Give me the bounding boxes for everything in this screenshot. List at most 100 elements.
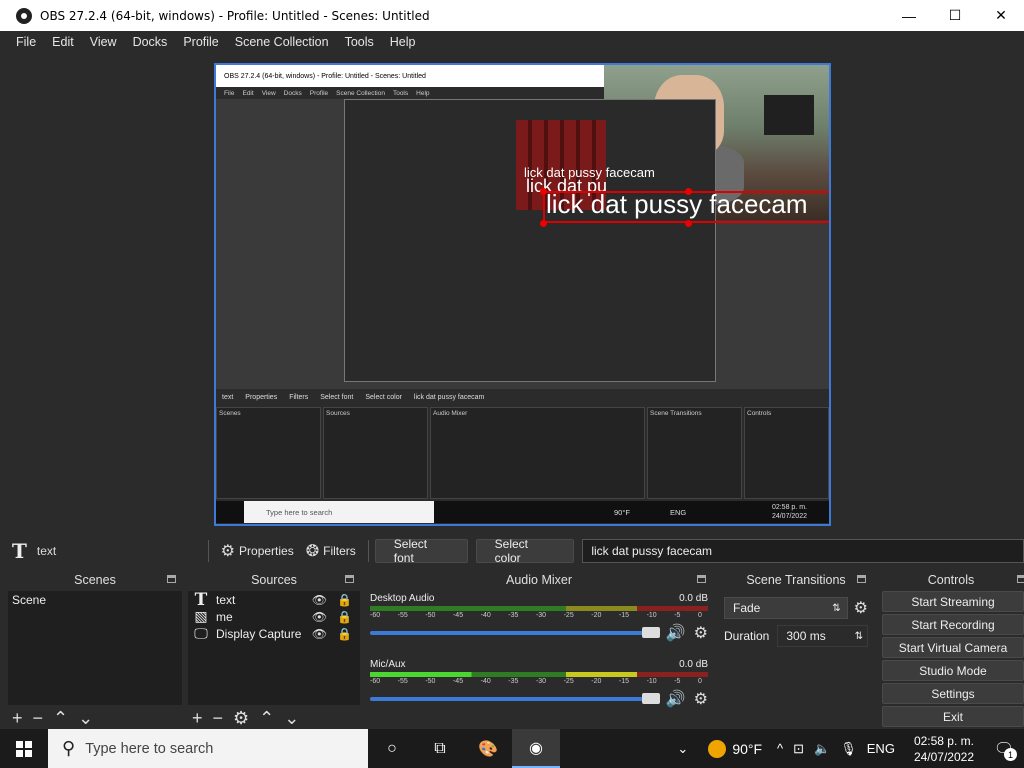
program-preview[interactable]: OBS 27.2.4 (64-bit, windows) - Profile: … [214,63,831,526]
start-recording-button[interactable]: Start Recording [882,614,1024,635]
sources-title: Sources [251,573,297,587]
sources-list[interactable]: T text 👁 🔒 ▧ me 👁 🔒 🖵 Display Capture 👁 … [188,590,360,705]
slider-knob[interactable] [641,693,660,704]
mixer-body: Desktop Audio 0.0 dB -60 -55 -50 -45 -40 -35-… [366,591,712,729]
eye-icon[interactable]: 👁 [312,610,327,624]
add-icon[interactable]: + [192,708,203,729]
chevron-down-icon[interactable]: ⌄ [677,741,688,757]
nested-controls-panel: Controls [744,407,829,499]
microphone-icon[interactable]: 🎙 [840,741,857,757]
notification-button[interactable]: 🗨 1 [984,729,1024,768]
menu-scene-collection[interactable]: Scene Collection [227,35,337,49]
undock-icon[interactable] [1017,575,1024,583]
menu-docks[interactable]: Docks [125,35,176,49]
undock-icon[interactable] [345,575,354,583]
add-icon[interactable]: + [12,708,23,729]
source-item[interactable]: 🖵 Display Capture 👁 🔒 [188,625,360,642]
select-font-button[interactable]: Select font [374,537,468,565]
menu-view[interactable]: View [82,35,125,49]
scale-tick: -30 [535,678,547,685]
maximize-button[interactable]: ☐ [932,0,978,31]
select-color-button[interactable]: Select color [475,537,575,565]
source-item[interactable]: ▧ me 👁 🔒 [188,608,360,625]
slider-knob[interactable] [641,627,660,638]
resize-handle[interactable] [540,220,547,227]
studio-mode-button[interactable]: Studio Mode [882,660,1024,681]
nested-transitions-panel: Scene Transitions [647,407,742,499]
start-virtual-camera-button[interactable]: Start Virtual Camera [882,637,1024,658]
nested-select-color: Select color [365,393,402,401]
eye-icon[interactable]: 👁 [312,627,327,641]
scale-tick: 0 [697,678,702,685]
nested-search-box: Type here to search [244,501,434,523]
remove-icon[interactable]: − [213,708,224,729]
undock-icon[interactable] [857,575,866,583]
lock-icon[interactable]: 🔒 [337,627,352,641]
resize-handle[interactable] [830,220,831,227]
duration-input[interactable]: 300 ms ⇅ [777,625,868,647]
network-icon[interactable]: ⊡ [793,741,804,757]
temperature[interactable]: 90°F [732,741,762,757]
spin-icon[interactable]: ⇅ [855,631,863,642]
menu-file[interactable]: File [8,35,44,49]
scale-tick: -15 [618,612,630,619]
close-button[interactable]: ✕ [978,0,1024,31]
resize-handle[interactable] [830,188,831,195]
taskbar-app-obs[interactable]: ◉ [512,729,560,768]
duration-label: Duration [724,629,770,643]
taskbar-search[interactable]: ⚲ Type here to search [48,729,368,768]
speaker-icon[interactable]: 🔊 [666,623,686,643]
lock-icon[interactable]: 🔒 [337,593,352,607]
nested-menu-item: Profile [309,89,329,97]
gear-icon[interactable]: ⚙ [694,623,708,643]
preview-area: OBS 27.2.4 (64-bit, windows) - Profile: … [0,53,1024,535]
volume-icon[interactable]: 🔈 [814,741,830,757]
system-tray: ⌄ 90°F ^ ⊡ 🔈 🎙 ENG 02:58 p. m. 24/07/202… [672,729,1024,768]
menu-bar: File Edit View Docks Profile Scene Colle… [0,31,1024,53]
start-streaming-button[interactable]: Start Streaming [882,591,1024,612]
title-bar: OBS 27.2.4 (64-bit, windows) - Profile: … [0,0,1024,31]
text-input[interactable]: lick dat pussy facecam [582,539,1024,563]
menu-profile[interactable]: Profile [175,35,226,49]
lock-icon[interactable]: 🔒 [337,610,352,624]
cortana-button[interactable]: ○ [368,729,416,768]
move-down-icon[interactable]: ⌄ [284,708,299,729]
menu-edit[interactable]: Edit [44,35,82,49]
move-up-icon[interactable]: ⌃ [53,708,68,729]
scale-tick: -5 [674,678,681,685]
scene-item[interactable]: Scene [8,591,182,608]
task-view-button[interactable]: ⧉ [416,729,464,768]
clock[interactable]: 02:58 p. m. 24/07/2022 [914,733,974,765]
start-button[interactable] [0,729,48,768]
nested-properties: Properties [245,393,278,401]
gear-icon[interactable]: ⚙ [694,689,708,709]
volume-slider[interactable] [370,627,660,638]
menu-tools[interactable]: Tools [337,35,382,49]
move-down-icon[interactable]: ⌄ [78,708,93,729]
move-up-icon[interactable]: ⌃ [259,708,274,729]
eye-icon[interactable]: 👁 [312,593,327,607]
source-item[interactable]: T text 👁 🔒 [188,590,360,610]
minimize-button[interactable]: — [886,0,932,31]
language-indicator[interactable]: ENG [867,741,895,756]
gear-icon[interactable]: ⚙ [233,708,249,729]
speaker-icon[interactable]: 🔊 [666,689,686,709]
undock-icon[interactable] [167,575,176,583]
scenes-list[interactable]: Scene [8,591,182,705]
taskbar-app-paint[interactable]: 🎨 [464,729,512,768]
weather-icon[interactable] [708,739,727,758]
exit-button[interactable]: Exit [882,706,1024,727]
remove-icon[interactable]: − [33,708,44,729]
gear-icon: ⚙ [220,543,236,560]
properties-button[interactable]: ⚙ Properties [215,541,300,561]
volume-slider[interactable] [370,693,660,704]
undock-icon[interactable] [697,575,706,583]
resize-handle[interactable] [685,220,692,227]
transition-select[interactable]: Fade ⇅ [724,597,848,619]
chevron-up-icon[interactable]: ^ [777,741,783,756]
settings-button[interactable]: Settings [882,683,1024,704]
filters-button[interactable]: ❂ Filters [300,541,362,561]
menu-help[interactable]: Help [382,35,424,49]
text-icon: T [12,539,27,563]
gear-icon[interactable]: ⚙ [854,598,868,618]
